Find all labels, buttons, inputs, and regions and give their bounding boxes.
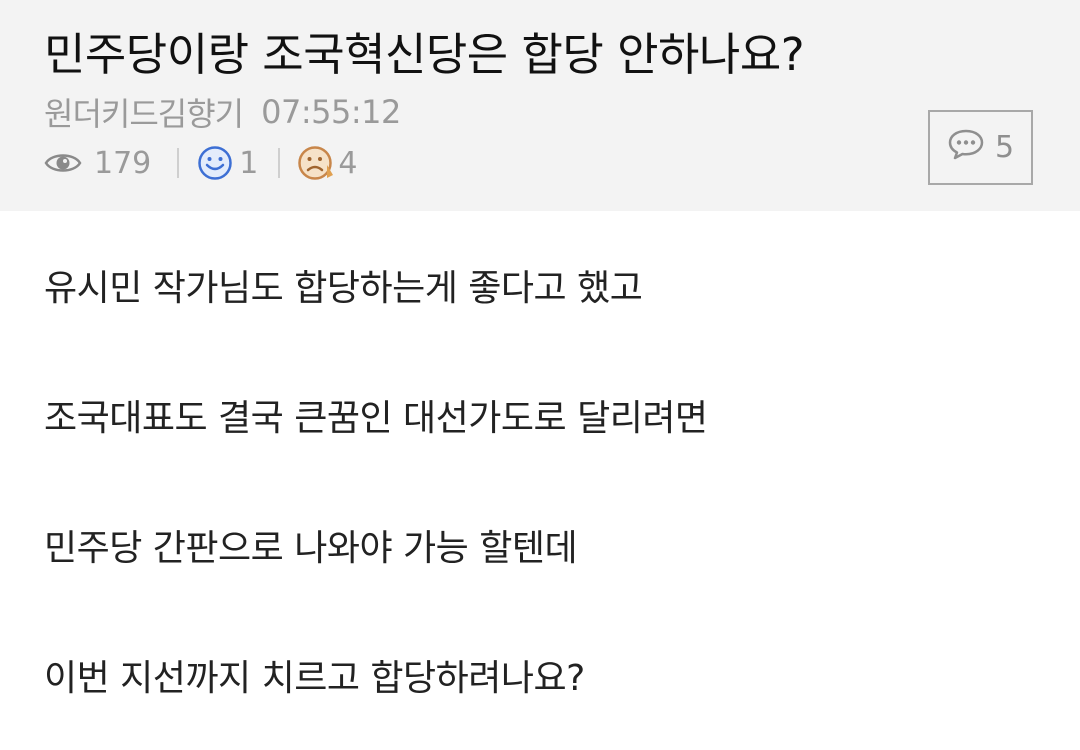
content-line-2: 조국대표도 결국 큰꿈인 대선가도로 달리려면 [44, 398, 708, 439]
like-count: 1 [239, 145, 259, 181]
author-name[interactable]: 원더키드김향기 [44, 89, 244, 135]
post-title: 민주당이랑 조국혁신당은 합당 안하나요? [44, 28, 805, 81]
smiley-icon[interactable] [197, 145, 233, 181]
comment-count: 5 [994, 130, 1015, 165]
eye-icon [44, 150, 82, 176]
content-line-1: 유시민 작가님도 합당하는게 좋다고 했고 [44, 268, 643, 309]
stat-divider [278, 148, 281, 178]
post-time: 07:55:12 [261, 93, 401, 131]
dislike-count: 4 [338, 145, 358, 181]
view-count: 179 [94, 145, 152, 181]
content-line-4: 이번 지선까지 치르고 합당하려나요? [44, 658, 585, 699]
view-count-stat: 179 [44, 146, 151, 181]
comment-count-button[interactable]: 5 [928, 110, 1033, 185]
content-line-3: 민주당 간판으로 나와야 가능 할텐데 [44, 528, 578, 569]
post-stats: 179 1 4 [44, 142, 357, 184]
sad-face-icon[interactable] [298, 145, 336, 181]
post-header: 민주당이랑 조국혁신당은 합당 안하나요? 원더키드김향기 07:55:12 1… [0, 0, 1080, 211]
speech-bubble-icon [947, 128, 995, 168]
dislike-stat[interactable]: 4 [298, 145, 357, 181]
stat-divider [177, 148, 180, 178]
post-meta: 원더키드김향기 07:55:12 [44, 89, 401, 135]
like-stat[interactable]: 1 [197, 145, 258, 181]
